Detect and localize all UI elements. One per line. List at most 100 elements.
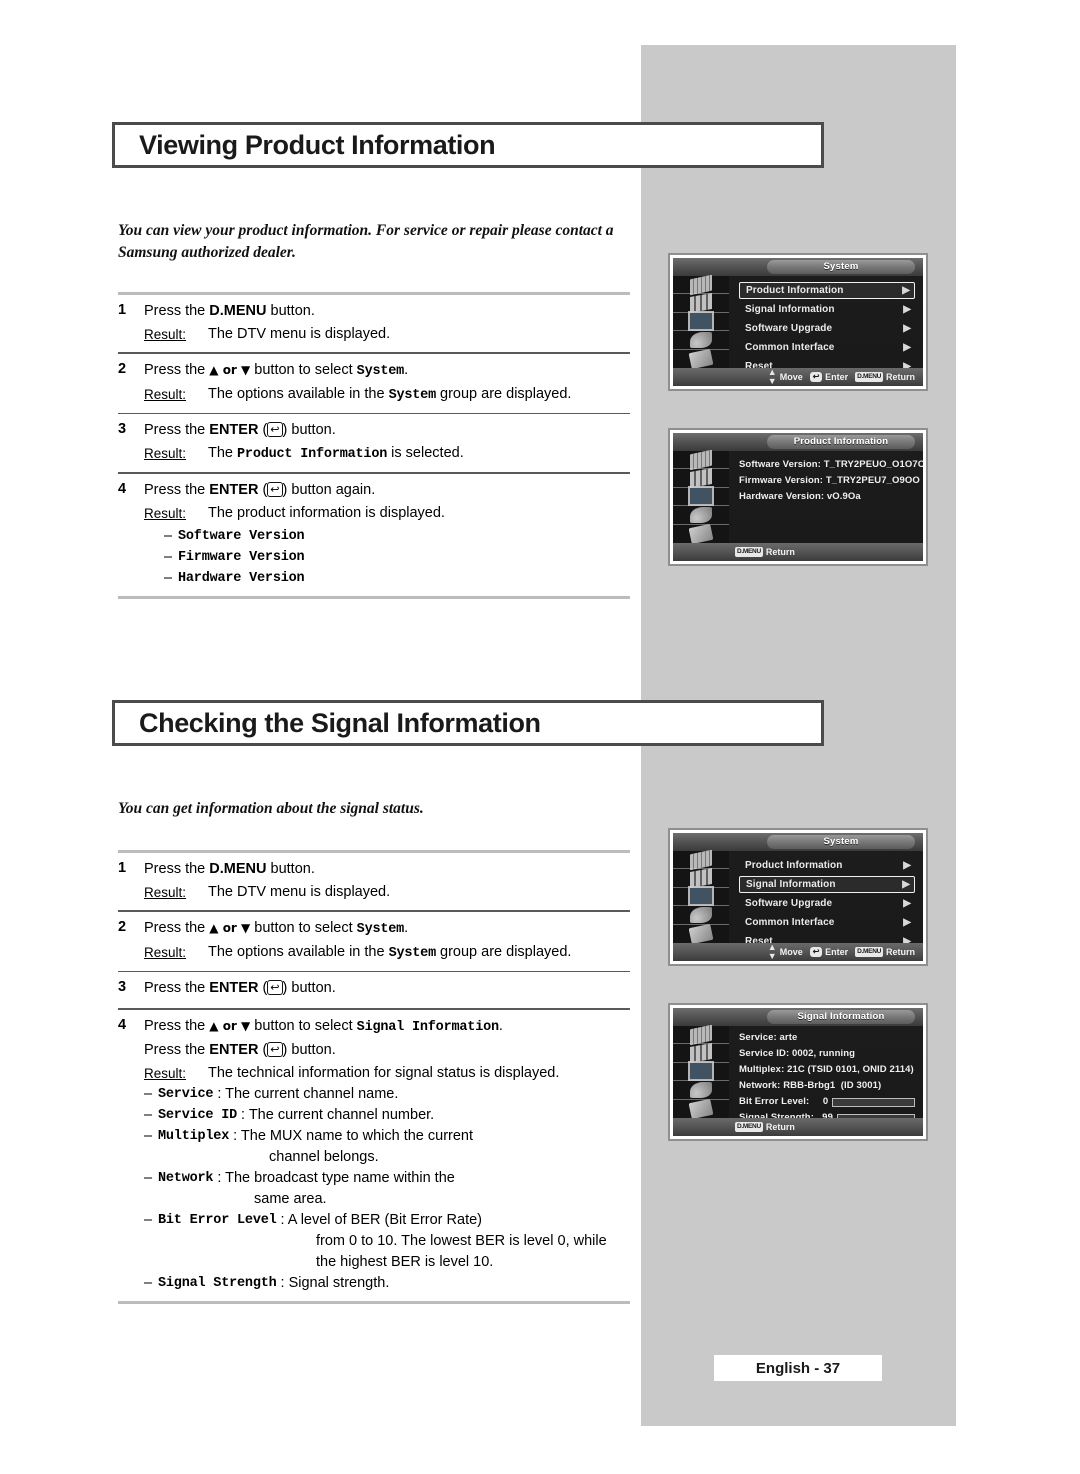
step-result: Result: The DTV menu is displayed.: [144, 882, 630, 903]
step-row: 3 Press the ENTER (↩) button.: [118, 972, 630, 1008]
dmenu-key-icon: D.MENU: [855, 947, 883, 957]
result-label: Result:: [144, 446, 187, 461]
step-row: 4 Press the ENTER (↩) button again. Resu…: [118, 474, 630, 596]
osd-menu-item-product-information[interactable]: Product Information ▶: [739, 282, 915, 299]
list-item: – Bit Error Level: A level of BER (Bit Er…: [144, 1210, 630, 1231]
osd-info-label: Network:: [739, 1080, 784, 1091]
instruction-suffix: button again.: [287, 481, 376, 498]
osd-title: Product Information: [767, 435, 915, 449]
result-text: The DTV menu is displayed.: [208, 326, 391, 342]
field-desc: : The broadcast type name within the: [217, 1169, 455, 1186]
osd-menu-item-product-information[interactable]: Product Information ▶: [739, 857, 915, 874]
osd-menu-item-software-upgrade[interactable]: Software Upgrade ▶: [739, 895, 915, 912]
key-label: D.MENU: [209, 861, 267, 877]
section-intro-signal-information: You can get information about the signal…: [118, 800, 424, 817]
result-text: The product information is displayed.: [208, 504, 445, 521]
enter-key-icon: ↩: [267, 481, 283, 497]
step-result: Result: The DTV menu is displayed.: [144, 324, 630, 345]
osd-icon-cell: [673, 1098, 729, 1119]
menu-name: System: [388, 945, 437, 961]
step-row: 2 Press the ▲ or ▼ button to select Syst…: [118, 354, 630, 413]
osd-icon-cell: [673, 506, 729, 525]
instruction-suffix: button.: [266, 861, 315, 877]
osd-icon-cell: [673, 523, 729, 544]
osd-hint-return: D.MENU Return: [855, 372, 915, 382]
osd-icon-cell: [673, 923, 729, 944]
step-instruction: Press the ▲ or ▼ button to select System…: [144, 360, 630, 382]
osd-menu-item-signal-information[interactable]: Signal Information ▶: [739, 876, 915, 893]
field-desc-text: The broadcast type name within the: [225, 1169, 455, 1186]
osd-hint-return: D.MENU Return: [855, 947, 915, 957]
field-desc-text: The current channel name.: [225, 1085, 399, 1102]
osd-menu-item-common-interface[interactable]: Common Interface ▶: [739, 914, 915, 931]
list-item: – Hardware Version: [144, 568, 630, 589]
osd-hint-label: Enter: [825, 947, 849, 957]
key-label: D.MENU: [209, 303, 267, 319]
osd-icon-cell: [673, 468, 729, 489]
osd-hint-label: Move: [779, 372, 803, 382]
key-label: ENTER: [209, 1041, 259, 1058]
osd-footer-hints: D.MENU Return: [673, 543, 923, 561]
result-text: The options available in the System grou…: [208, 384, 630, 406]
chevron-right-icon: ▶: [902, 285, 910, 296]
chevron-right-icon: ▶: [903, 323, 911, 334]
dmenu-key-icon: D.MENU: [735, 1122, 763, 1132]
result-label: Result:: [144, 386, 187, 402]
section-heading-signal-information: Checking the Signal Information: [112, 700, 824, 746]
osd-info-value: arte: [779, 1032, 798, 1043]
film-icon: [690, 1043, 712, 1064]
key-label: ENTER: [209, 481, 259, 498]
dash-icon: –: [144, 1211, 153, 1228]
key-label: ENTER: [209, 422, 259, 438]
program-icon: [690, 1024, 712, 1046]
dash-icon: –: [144, 1169, 153, 1186]
chevron-right-icon: ▶: [903, 860, 911, 871]
enter-key-icon: ↩: [267, 980, 283, 995]
instruction-prefix: Press the: [144, 980, 210, 996]
result-post: is selected.: [387, 445, 464, 461]
enter-key-icon: ↩: [267, 1041, 283, 1057]
chevron-right-icon: ▶: [903, 342, 911, 353]
field-desc-text: Signal strength.: [288, 1274, 390, 1291]
osd-info-row-hardware-version: Hardware Version: vO.9Oa: [739, 489, 915, 505]
osd-info-row-bit-error-level: Bit Error Level: 0: [739, 1094, 915, 1110]
osd-menu-list: Product Information ▶ Signal Information ▶…: [729, 276, 923, 372]
instruction-end: .: [498, 1017, 503, 1034]
osd-menu-label: Signal Information: [746, 879, 836, 890]
osd-info-label: Service:: [739, 1032, 780, 1043]
osd-title: System: [767, 260, 915, 274]
step-row: 1 Press the D.MENU button. Result: The D…: [118, 295, 630, 352]
instruction-prefix: Press the: [144, 919, 210, 936]
osd-menu-item-common-interface[interactable]: Common Interface ▶: [739, 339, 915, 356]
instruction-suffix: button to select: [250, 1017, 357, 1034]
osd-info-value: vO.9Oa: [826, 491, 861, 502]
step-instruction: Press the D.MENU button.: [144, 301, 630, 322]
instruction-prefix: Press the: [144, 481, 210, 498]
section-intro-product-information: You can view your product information. F…: [118, 222, 614, 261]
osd-screenshot-system-product-selected: System Product Information ▶ Signal Infor…: [668, 253, 928, 391]
field-desc: : The current channel number.: [241, 1106, 435, 1123]
instruction-end: .: [404, 919, 409, 936]
field-name: Signal Strength: [158, 1275, 277, 1291]
osd-menu-label: Software Upgrade: [745, 323, 833, 334]
osd-info-value: 21C (TSID 0101, ONID 2114): [787, 1064, 914, 1075]
divider: [118, 1300, 630, 1304]
result-label: Result:: [144, 327, 187, 342]
step-number: 2: [118, 918, 127, 935]
osd-info-label: Software Version:: [739, 459, 824, 470]
instruction-suffix: button to select: [250, 919, 357, 936]
field-name: Service ID: [158, 1107, 238, 1123]
step-instruction-line-2: Press the ENTER (↩) button.: [144, 1041, 336, 1058]
updown-arrow-icon: ▲ ▼: [767, 367, 777, 386]
step-row: 2 Press the ▲ or ▼ button to select Syst…: [118, 912, 630, 971]
setup-icon: [688, 1098, 714, 1119]
step-instruction: Press the ENTER (↩) button again.: [144, 481, 376, 498]
osd-info-label: Firmware Version:: [739, 475, 826, 486]
osd-menu-item-signal-information[interactable]: Signal Information ▶: [739, 301, 915, 318]
osd-menu-item-software-upgrade[interactable]: Software Upgrade ▶: [739, 320, 915, 337]
step-result: Result: The product information is displ…: [144, 503, 630, 524]
instruction-prefix: Press the: [144, 1041, 210, 1058]
osd-hint-label: Move: [779, 947, 803, 957]
sound-icon: [690, 506, 712, 523]
instruction-end: .: [404, 361, 409, 378]
